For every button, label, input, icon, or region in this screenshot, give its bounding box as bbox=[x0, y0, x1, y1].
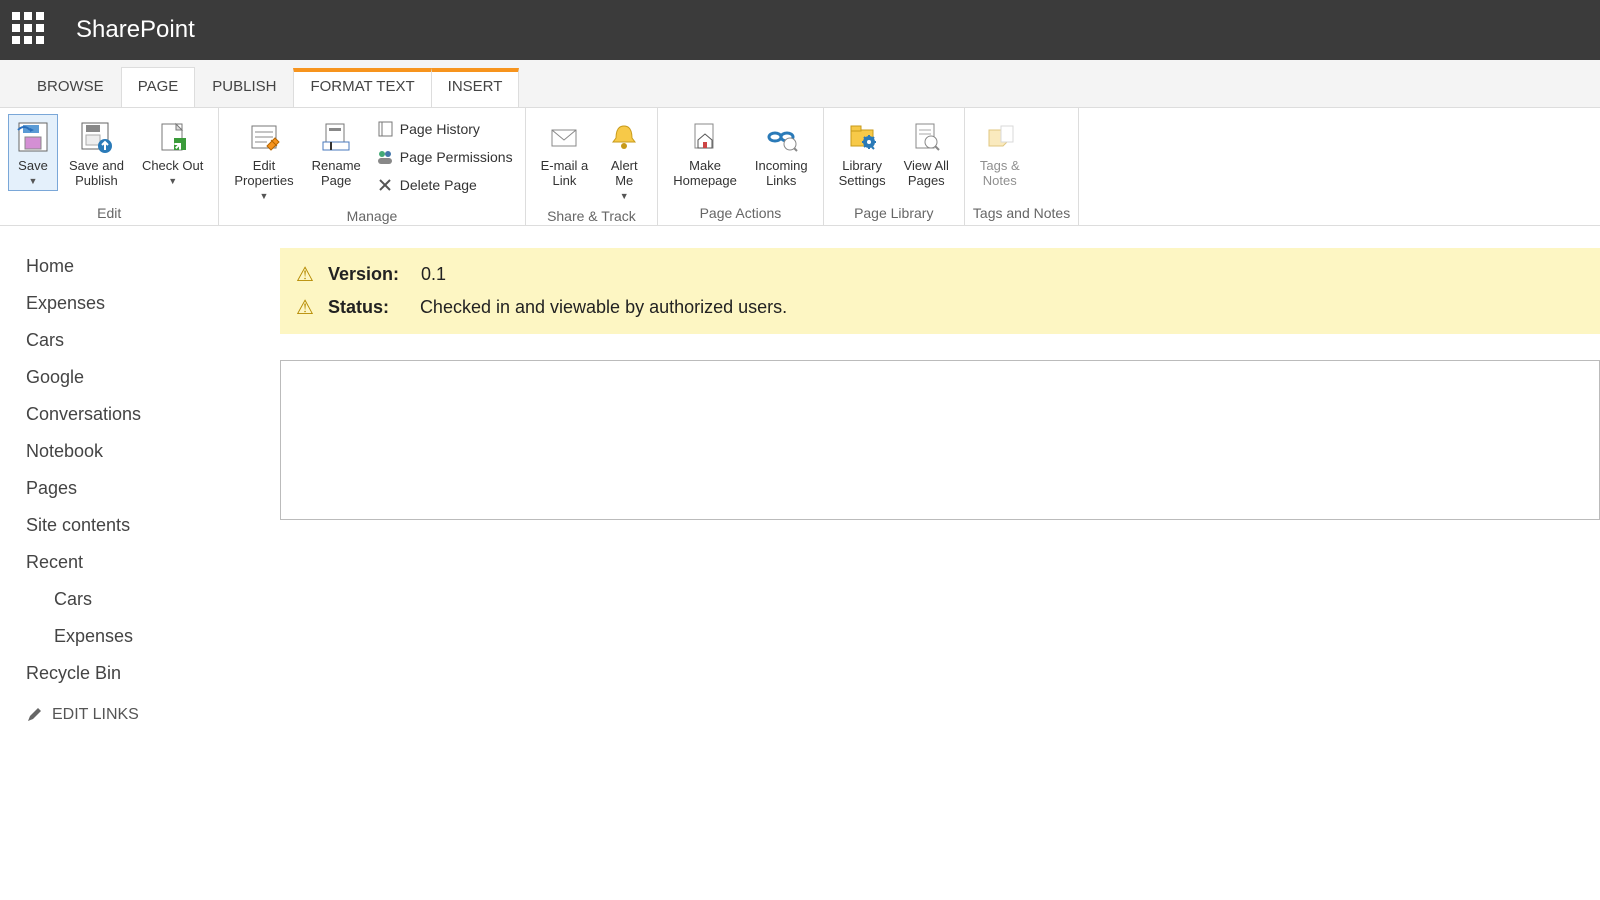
nav-cars[interactable]: Cars bbox=[26, 322, 280, 359]
group-label-share: Share & Track bbox=[534, 206, 650, 224]
view-all-pages-icon bbox=[908, 119, 944, 155]
ribbon-group-actions: Make Homepage Incoming Links Page Action… bbox=[658, 108, 823, 225]
library-settings-label: Library Settings bbox=[839, 159, 886, 189]
incoming-links-button[interactable]: Incoming Links bbox=[748, 114, 815, 194]
ribbon-tabs: BROWSE PAGE PUBLISH FORMAT TEXT INSERT bbox=[0, 60, 1600, 108]
version-value: 0.1 bbox=[421, 264, 446, 285]
delete-page-label: Delete Page bbox=[400, 177, 477, 193]
main-area: Home Expenses Cars Google Conversations … bbox=[0, 226, 1600, 738]
tab-browse[interactable]: BROWSE bbox=[20, 67, 121, 107]
edit-properties-label: Edit Properties bbox=[234, 159, 293, 189]
view-all-pages-button[interactable]: View All Pages bbox=[897, 114, 956, 194]
tags-notes-icon bbox=[982, 119, 1018, 155]
save-icon bbox=[15, 119, 51, 155]
nav-pages[interactable]: Pages bbox=[26, 470, 280, 507]
rename-page-icon bbox=[318, 119, 354, 155]
save-publish-icon bbox=[78, 119, 114, 155]
group-label-manage: Manage bbox=[227, 206, 516, 224]
page-content: ⚠ Version: 0.1 ⚠ Status: Checked in and … bbox=[280, 226, 1600, 738]
tab-insert[interactable]: INSERT bbox=[432, 68, 520, 107]
page-permissions-icon bbox=[376, 148, 394, 166]
group-label-actions: Page Actions bbox=[666, 203, 814, 221]
library-settings-button[interactable]: Library Settings bbox=[832, 114, 893, 194]
page-permissions-label: Page Permissions bbox=[400, 149, 513, 165]
status-value: Checked in and viewable by authorized us… bbox=[420, 297, 787, 318]
tab-format-text[interactable]: FORMAT TEXT bbox=[293, 68, 431, 107]
nav-site-contents[interactable]: Site contents bbox=[26, 507, 280, 544]
page-edit-area[interactable] bbox=[280, 360, 1600, 520]
edit-properties-button[interactable]: Edit Properties ▼ bbox=[227, 114, 300, 206]
chevron-down-icon: ▼ bbox=[620, 191, 629, 201]
delete-page-button[interactable]: Delete Page bbox=[372, 174, 517, 196]
nav-recent-cars[interactable]: Cars bbox=[26, 581, 280, 618]
suite-bar: SharePoint bbox=[0, 0, 1600, 60]
chevron-down-icon: ▼ bbox=[168, 176, 177, 186]
save-button[interactable]: Save ▼ bbox=[8, 114, 58, 191]
page-permissions-button[interactable]: Page Permissions bbox=[372, 146, 517, 168]
alert-me-label: Alert Me bbox=[611, 159, 638, 189]
check-out-button[interactable]: Check Out ▼ bbox=[135, 114, 210, 191]
app-title: SharePoint bbox=[76, 16, 195, 44]
page-history-button[interactable]: Page History bbox=[372, 118, 517, 140]
nav-recent[interactable]: Recent bbox=[26, 544, 280, 581]
rename-page-button[interactable]: Rename Page bbox=[305, 114, 368, 194]
ribbon-group-manage: Edit Properties ▼ Rename Page Page Histo… bbox=[219, 108, 525, 225]
home-icon bbox=[687, 119, 723, 155]
warning-icon: ⚠ bbox=[296, 295, 314, 320]
tab-publish[interactable]: PUBLISH bbox=[195, 67, 293, 107]
edit-links-label: EDIT LINKS bbox=[52, 706, 139, 724]
email-link-button[interactable]: E-mail a Link bbox=[534, 114, 596, 194]
app-launcher-icon[interactable] bbox=[12, 12, 48, 48]
make-homepage-label: Make Homepage bbox=[673, 159, 737, 189]
ribbon-group-library: Library Settings View All Pages Page Lib… bbox=[824, 108, 965, 225]
check-out-icon bbox=[155, 119, 191, 155]
nav-recycle-bin[interactable]: Recycle Bin bbox=[26, 655, 280, 692]
tab-page[interactable]: PAGE bbox=[121, 67, 196, 107]
group-label-tags: Tags and Notes bbox=[973, 203, 1070, 221]
tags-notes-button[interactable]: Tags & Notes bbox=[973, 114, 1027, 194]
edit-properties-icon bbox=[246, 119, 282, 155]
nav-google[interactable]: Google bbox=[26, 359, 280, 396]
nav-home[interactable]: Home bbox=[26, 248, 280, 285]
ribbon-group-tags: Tags & Notes Tags and Notes bbox=[965, 108, 1079, 225]
ribbon-group-edit: Save ▼ Save and Publish Check Out ▼ Edit bbox=[0, 108, 219, 225]
edit-links-button[interactable]: EDIT LINKS bbox=[26, 692, 280, 738]
nav-notebook[interactable]: Notebook bbox=[26, 433, 280, 470]
library-settings-icon bbox=[844, 119, 880, 155]
save-publish-label: Save and Publish bbox=[69, 159, 124, 189]
nav-recent-expenses[interactable]: Expenses bbox=[26, 618, 280, 655]
chevron-down-icon: ▼ bbox=[29, 176, 38, 186]
envelope-icon bbox=[546, 119, 582, 155]
view-all-pages-label: View All Pages bbox=[904, 159, 949, 189]
chevron-down-icon: ▼ bbox=[260, 191, 269, 201]
incoming-links-icon bbox=[763, 119, 799, 155]
page-history-label: Page History bbox=[400, 121, 480, 137]
save-publish-button[interactable]: Save and Publish bbox=[62, 114, 131, 194]
save-label: Save bbox=[18, 159, 48, 174]
ribbon: Save ▼ Save and Publish Check Out ▼ Edit bbox=[0, 108, 1600, 226]
pencil-icon bbox=[26, 707, 42, 723]
rename-page-label: Rename Page bbox=[312, 159, 361, 189]
page-history-icon bbox=[376, 120, 394, 138]
ribbon-group-share: E-mail a Link Alert Me ▼ Share & Track bbox=[526, 108, 659, 225]
incoming-links-label: Incoming Links bbox=[755, 159, 808, 189]
check-out-label: Check Out bbox=[142, 159, 203, 174]
group-label-library: Page Library bbox=[832, 203, 956, 221]
warning-icon: ⚠ bbox=[296, 262, 314, 287]
version-label: Version: bbox=[328, 264, 399, 285]
status-banner: ⚠ Version: 0.1 ⚠ Status: Checked in and … bbox=[280, 248, 1600, 334]
quick-launch-sidebar: Home Expenses Cars Google Conversations … bbox=[0, 226, 280, 738]
status-label: Status: bbox=[328, 297, 398, 318]
tags-notes-label: Tags & Notes bbox=[980, 159, 1020, 189]
bell-icon bbox=[606, 119, 642, 155]
group-label-edit: Edit bbox=[8, 203, 210, 221]
delete-page-icon bbox=[376, 176, 394, 194]
email-link-label: E-mail a Link bbox=[541, 159, 589, 189]
nav-conversations[interactable]: Conversations bbox=[26, 396, 280, 433]
make-homepage-button[interactable]: Make Homepage bbox=[666, 114, 744, 194]
nav-expenses[interactable]: Expenses bbox=[26, 285, 280, 322]
alert-me-button[interactable]: Alert Me ▼ bbox=[599, 114, 649, 206]
